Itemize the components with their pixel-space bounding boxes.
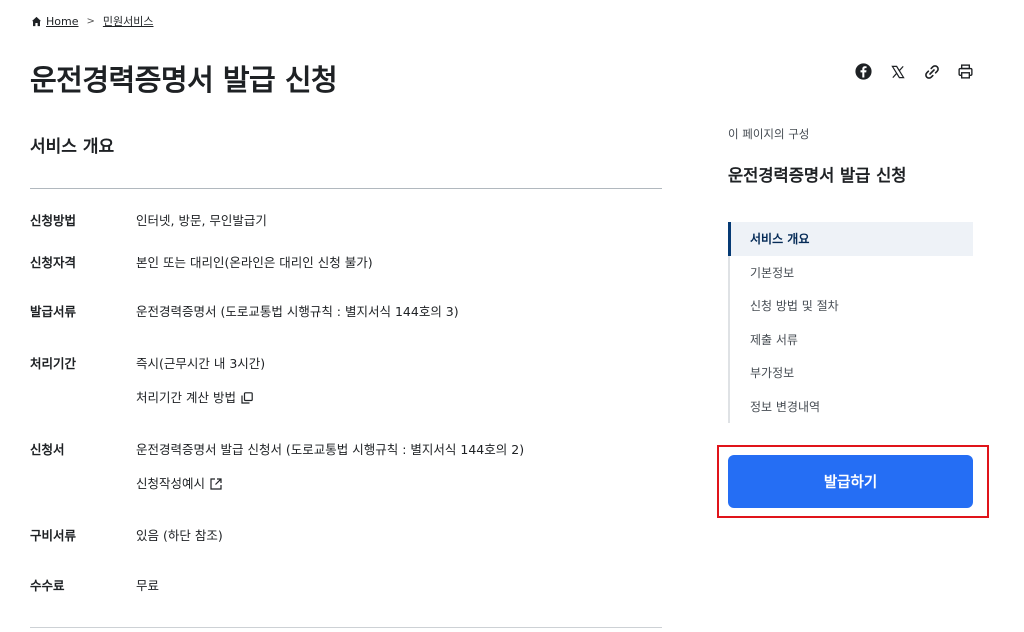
info-line: 운전경력증명서 발급 신청서 (도로교통법 시행규칙 : 별지서식 144호의 … [136, 442, 525, 457]
copy-window-icon[interactable] [241, 392, 253, 404]
info-row-fee: 수수료 무료 [30, 577, 662, 607]
processing-time-calc-link[interactable]: 처리기간 계산 방법 [136, 389, 265, 407]
info-term: 처리기간 [30, 356, 77, 371]
info-line: 있음 (하단 참조) [136, 528, 223, 543]
breadcrumb-separator: > [86, 15, 95, 27]
info-line: 무료 [136, 578, 160, 593]
info-row-processing-time: 처리기간 즉시(근무시간 내 3시간) 처리기간 계산 방법 [30, 355, 662, 441]
link-text[interactable]: 신청작성예시 [136, 475, 205, 493]
info-row-application-form: 신청서 운전경력증명서 발급 신청서 (도로교통법 시행규칙 : 별지서식 14… [30, 441, 662, 527]
share-tools [854, 62, 975, 81]
info-term: 신청방법 [30, 213, 77, 228]
toc-item-procedure[interactable]: 신청 방법 및 절차 [730, 289, 973, 323]
info-line: 즉시(근무시간 내 3시간) [136, 356, 266, 371]
toc-title: 운전경력증명서 발급 신청 [728, 166, 907, 185]
breadcrumb-current-link[interactable]: 민원서비스 [103, 13, 154, 29]
info-term: 신청서 [30, 442, 65, 457]
info-desc: 인터넷, 방문, 무인발급기 [136, 212, 267, 254]
home-icon [31, 16, 42, 27]
application-example-link[interactable]: 신청작성예시 [136, 475, 524, 493]
issue-button[interactable]: 발급하기 [728, 455, 973, 508]
info-term: 수수료 [30, 578, 65, 593]
toc-item-service-overview[interactable]: 서비스 개요 [728, 222, 973, 256]
page: Home > 민원서비스 운전경력증명서 발급 신청 서비스 개요 신청방법 인… [0, 0, 1024, 632]
info-desc: 즉시(근무시간 내 3시간) 처리기간 계산 방법 [136, 355, 265, 441]
info-desc: 운전경력증명서 (도로교통법 시행규칙 : 별지서식 144호의 3) [136, 303, 459, 355]
link-text[interactable]: 처리기간 계산 방법 [136, 389, 236, 407]
breadcrumb: Home > 민원서비스 [31, 13, 153, 29]
toc-item-basic-info[interactable]: 기본정보 [730, 256, 973, 290]
info-line: 인터넷, 방문, 무인발급기 [136, 213, 267, 228]
toc-caption: 이 페이지의 구성 [728, 127, 810, 141]
section-bottom-divider [30, 627, 662, 628]
section-title: 서비스 개요 [30, 137, 115, 157]
print-icon[interactable] [956, 62, 975, 81]
info-desc: 무료 [136, 577, 159, 607]
info-desc: 있음 (하단 참조) [136, 527, 223, 577]
info-line: 본인 또는 대리인(온라인은 대리인 신청 불가) [136, 255, 373, 270]
info-row-documents: 발급서류 운전경력증명서 (도로교통법 시행규칙 : 별지서식 144호의 3) [30, 303, 662, 355]
info-desc: 본인 또는 대리인(온라인은 대리인 신청 불가) [136, 254, 373, 303]
page-title: 운전경력증명서 발급 신청 [30, 63, 338, 97]
info-desc: 운전경력증명서 발급 신청서 (도로교통법 시행규칙 : 별지서식 144호의 … [136, 441, 524, 527]
toc-item-additional-info[interactable]: 부가정보 [730, 356, 973, 390]
info-term: 발급서류 [30, 304, 77, 319]
info-line: 운전경력증명서 (도로교통법 시행규칙 : 별지서식 144호의 3) [136, 304, 459, 319]
facebook-icon[interactable] [854, 62, 873, 81]
toc-item-submit-docs[interactable]: 제출 서류 [730, 323, 973, 357]
page-toc: 서비스 개요 기본정보 신청 방법 및 절차 제출 서류 부가정보 정보 변경내… [728, 222, 973, 423]
info-row-method: 신청방법 인터넷, 방문, 무인발급기 [30, 212, 662, 254]
link-clip-icon[interactable] [922, 62, 941, 81]
x-icon[interactable] [888, 62, 907, 81]
info-row-required-docs: 구비서류 있음 (하단 참조) [30, 527, 662, 577]
info-term: 신청자격 [30, 255, 77, 270]
info-term: 구비서류 [30, 528, 77, 543]
breadcrumb-home-link[interactable]: Home [46, 15, 78, 28]
external-link-icon[interactable] [210, 478, 222, 490]
section-divider [30, 188, 662, 189]
toc-item-change-history[interactable]: 정보 변경내역 [730, 390, 973, 424]
info-row-eligibility: 신청자격 본인 또는 대리인(온라인은 대리인 신청 불가) [30, 254, 662, 303]
service-overview-list: 신청방법 인터넷, 방문, 무인발급기 신청자격 본인 또는 대리인(온라인은 … [30, 212, 662, 607]
